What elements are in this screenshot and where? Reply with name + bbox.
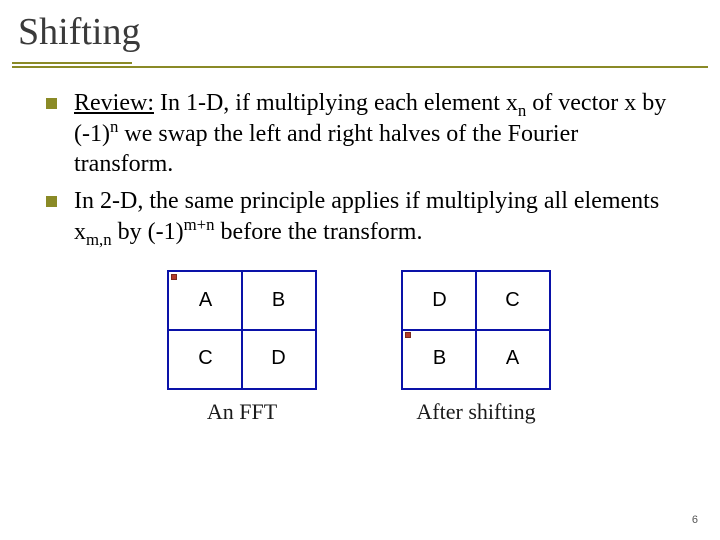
slide: Shifting Review: In 1-D, if multiplying … — [0, 0, 720, 540]
grid-left-cell-d: D — [242, 330, 315, 388]
rule-main — [12, 66, 708, 68]
grid-right-cell-d: A — [476, 330, 549, 388]
grid-left-cell-c: C — [169, 330, 242, 388]
drag-handle-icon — [405, 332, 411, 338]
diagram-left-caption: An FFT — [207, 398, 277, 426]
bullet-1-underline: Review: — [74, 90, 154, 116]
body: Review: In 1-D, if multiplying each elem… — [0, 70, 720, 426]
bullet-2-sup1: m+n — [184, 215, 215, 234]
grid-right-cell-a: D — [403, 272, 476, 330]
grid-left: A B C D — [167, 270, 317, 390]
grid-right: D C B A — [401, 270, 551, 390]
bullet-1-t3: we swap the left and right halves of the… — [74, 121, 578, 178]
diagram-row: A B C D An FFT D C B A After shifting — [40, 270, 678, 426]
bullet-list: Review: In 1-D, if multiplying each elem… — [40, 88, 678, 248]
drag-handle-icon — [171, 274, 177, 280]
title-area: Shifting — [0, 0, 720, 56]
bullet-2-t3: before the transform. — [215, 219, 423, 245]
grid-hline — [169, 329, 315, 331]
slide-title: Shifting — [18, 10, 702, 54]
diagram-right-caption: After shifting — [416, 398, 535, 426]
title-rule — [12, 62, 708, 70]
grid-left-cell-a: A — [169, 272, 242, 330]
bullet-2-sub1: m,n — [86, 230, 112, 249]
page-number: 6 — [692, 514, 698, 526]
bullet-1: Review: In 1-D, if multiplying each elem… — [40, 88, 678, 180]
diagram-right: D C B A After shifting — [401, 270, 551, 426]
bullet-1-t1: In 1-D, if multiplying each element x — [154, 90, 518, 116]
grid-right-cell-c: B — [403, 330, 476, 388]
diagram-left: A B C D An FFT — [167, 270, 317, 426]
grid-right-cell-b: C — [476, 272, 549, 330]
grid-left-cell-b: B — [242, 272, 315, 330]
bullet-2-t2: by (-1) — [112, 219, 184, 245]
rule-accent — [12, 62, 132, 64]
grid-hline — [403, 329, 549, 331]
bullet-2: In 2-D, the same principle applies if mu… — [40, 186, 678, 247]
